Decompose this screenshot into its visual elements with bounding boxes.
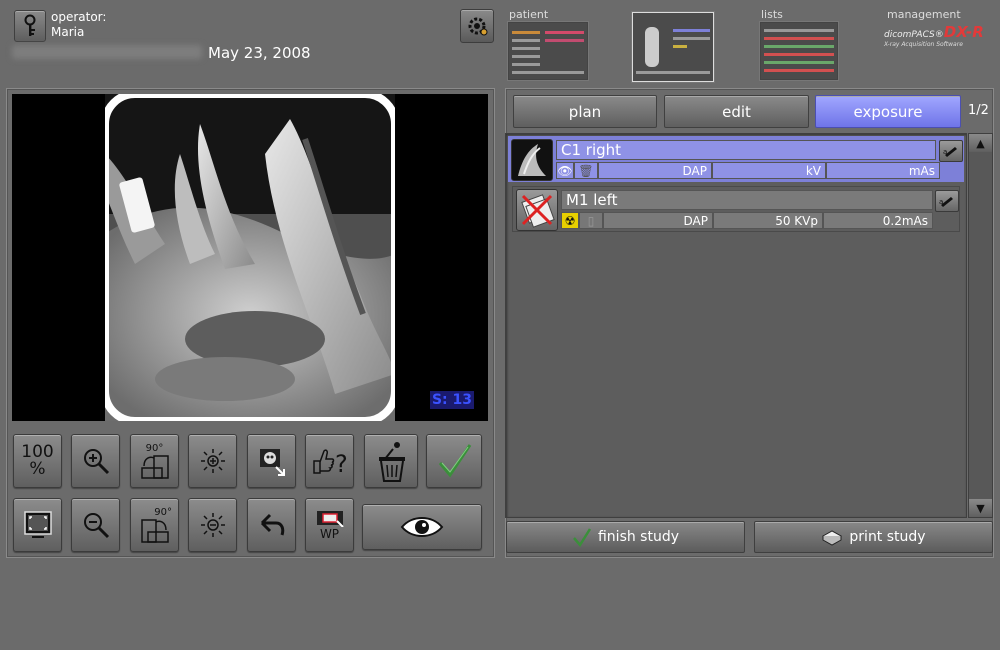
tab-patient-label: patient <box>509 8 549 21</box>
exposure-kv: kV <box>712 162 826 179</box>
scroll-down-icon[interactable]: ▼ <box>969 499 992 517</box>
exposure-kv: 50 KVp <box>713 212 823 229</box>
checkmark-icon <box>438 444 472 478</box>
gear-icon <box>468 17 488 36</box>
exposure-dap: DAP <box>598 162 712 179</box>
export-image-button[interactable] <box>247 434 296 488</box>
print-study-button[interactable]: print study <box>754 521 993 553</box>
tab-xray[interactable] <box>632 12 714 82</box>
tab-management-label: management <box>887 8 961 21</box>
operator-info: operator: Maria <box>51 10 106 40</box>
tab-plan[interactable]: plan <box>513 95 657 128</box>
settings-gear-button[interactable] <box>460 9 494 43</box>
window-preset-icon <box>316 511 344 527</box>
preview-eye-icon[interactable]: 👁 <box>556 162 574 179</box>
printer-icon <box>822 530 843 546</box>
exposure-name: C1 right <box>556 140 936 160</box>
pen-edit-icon: a <box>943 147 957 157</box>
zoom-in-icon <box>83 449 109 475</box>
operator-label: operator: <box>51 10 107 24</box>
radiation-icon: ☢ <box>561 212 579 229</box>
patient-name-blurred <box>12 45 202 59</box>
brand-logo[interactable]: dicomPACS®DX-R X-ray Acquisition Softwar… <box>884 22 994 48</box>
brand-name: dicomPACS® <box>884 30 944 40</box>
accept-image-button[interactable] <box>426 434 482 488</box>
key-icon <box>24 14 36 36</box>
exposure-name: M1 left <box>561 190 933 210</box>
finish-study-label: finish study <box>597 529 680 545</box>
eye-icon <box>400 517 444 537</box>
tab-lists-label: lists <box>761 8 783 21</box>
operator-name: Maria <box>51 25 85 39</box>
svg-text:a: a <box>939 198 943 206</box>
undo-button[interactable] <box>247 498 296 552</box>
delete-small-icon[interactable]: ▯ <box>579 212 603 229</box>
skull-export-icon <box>259 449 285 476</box>
svg-text:?: ? <box>335 450 348 477</box>
xray-image: ^ <box>105 94 395 421</box>
window-preset-button[interactable]: WP <box>305 498 354 552</box>
brightness-up-icon <box>200 449 225 473</box>
thumbs-up-question-icon: ? <box>312 449 348 477</box>
wp-label: WP <box>319 527 340 541</box>
zoom-out-icon <box>83 513 109 539</box>
exposure-dap: DAP <box>603 212 713 229</box>
rotate-ccw-label: 90° <box>154 506 172 518</box>
print-study-label: print study <box>849 529 926 545</box>
rotate-90-ccw-button[interactable]: 90° <box>130 498 179 552</box>
delete-image-button[interactable] <box>364 434 418 488</box>
exposure-item-c1-right[interactable]: C1 right a 👁 🗑 DAP kV mAs <box>508 136 964 182</box>
rotate-cw-icon <box>140 454 169 479</box>
zoom-in-button[interactable] <box>71 434 120 488</box>
pen-edit-icon: a <box>939 197 953 207</box>
operator-key-button[interactable] <box>14 10 46 42</box>
tab-exposure[interactable]: exposure <box>815 95 961 128</box>
fit-screen-button[interactable] <box>13 498 62 552</box>
xray-thumbnail-icon <box>511 139 553 181</box>
zoom-100-button[interactable]: 100 % <box>13 434 62 488</box>
rotate-cw-label: 90° <box>145 442 164 454</box>
exposure-item-m1-left[interactable]: M1 left a ☢ ▯ DAP 50 KVp 0.2mAs <box>512 186 960 232</box>
rotate-ccw-icon <box>140 518 169 543</box>
tab-patient[interactable] <box>508 22 588 80</box>
checkmark-icon <box>573 528 592 547</box>
no-image-icon <box>516 189 558 231</box>
undo-arrow-icon <box>260 513 284 536</box>
exposure-mas: 0.2mAs <box>823 212 933 229</box>
brightness-down-button[interactable] <box>188 498 237 552</box>
trash-bin-icon <box>379 442 405 482</box>
xray-viewer[interactable]: ^ S: 13 <box>12 94 488 421</box>
tab-lists[interactable] <box>760 22 838 80</box>
brand-product: DX-R <box>943 23 984 41</box>
edit-exposure-button[interactable]: a <box>939 140 963 162</box>
sensitivity-label: S: 13 <box>430 391 474 409</box>
exposure-mas: mAs <box>826 162 940 179</box>
page-indicator: 1/2 <box>968 103 989 118</box>
scroll-up-icon[interactable]: ▲ <box>969 134 992 152</box>
brightness-up-button[interactable] <box>188 434 237 488</box>
finish-study-button[interactable]: finish study <box>506 521 745 553</box>
brand-tagline: X-ray Acquisition Software <box>884 41 963 48</box>
edit-exposure-button[interactable]: a <box>935 190 959 212</box>
svg-text:a: a <box>943 148 947 156</box>
tab-edit[interactable]: edit <box>664 95 809 128</box>
preview-eye-button[interactable] <box>362 504 482 550</box>
fit-screen-icon <box>23 511 52 538</box>
exposure-list-scrollbar[interactable]: ▲ ▼ <box>968 133 993 518</box>
rotate-90-cw-button[interactable]: 90° <box>130 434 179 488</box>
delete-small-icon[interactable]: 🗑 <box>574 162 598 179</box>
study-date: May 23, 2008 <box>208 44 311 62</box>
quality-rating-button[interactable]: ? <box>305 434 354 488</box>
zoom-out-button[interactable] <box>71 498 120 552</box>
brightness-down-icon <box>200 513 225 537</box>
